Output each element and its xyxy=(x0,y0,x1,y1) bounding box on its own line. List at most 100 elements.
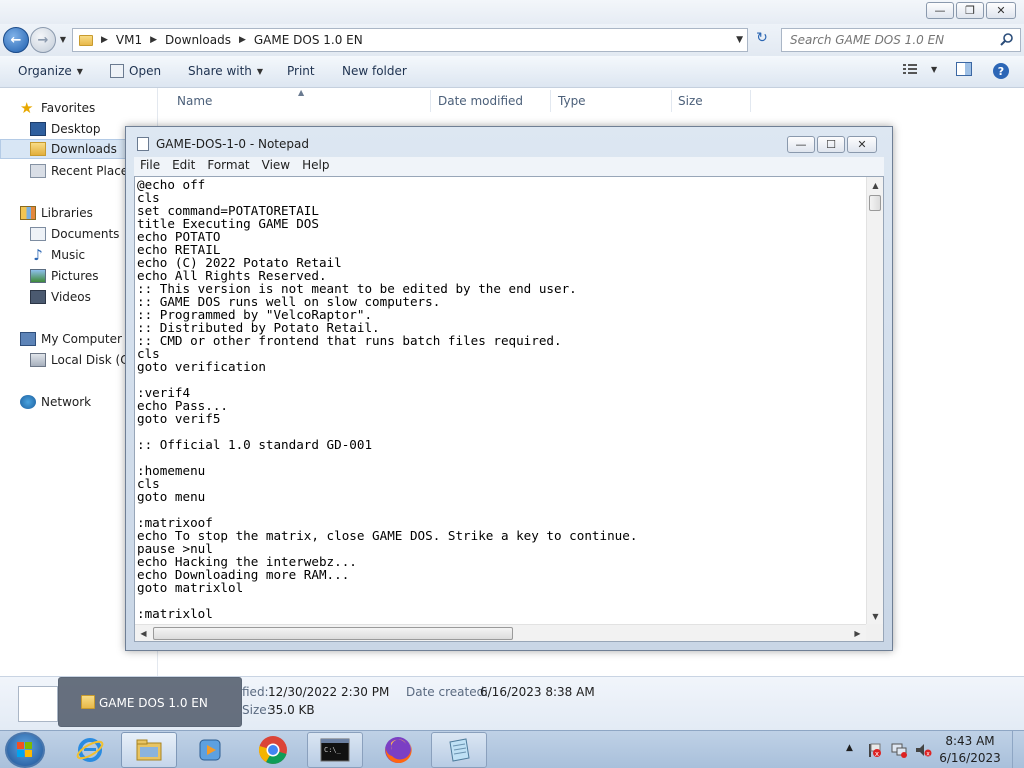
notepad-line: :verif4 xyxy=(137,385,191,400)
preview-pane-button[interactable] xyxy=(956,62,972,76)
notepad-text-area[interactable]: @echo off cls set command=POTATORETAIL titl… xyxy=(137,178,863,623)
back-arrow-icon: ← xyxy=(10,32,22,48)
network-status-icon[interactable] xyxy=(890,742,908,758)
change-view-button[interactable]: ▼ xyxy=(902,62,937,76)
computer-icon xyxy=(20,332,36,346)
minimize-button[interactable]: — xyxy=(926,2,954,19)
taskbar-windows-explorer[interactable] xyxy=(121,732,177,768)
scroll-left-icon[interactable]: ◀ xyxy=(135,625,152,642)
column-type[interactable]: Type xyxy=(558,94,586,108)
scroll-right-icon[interactable]: ▶ xyxy=(849,625,866,642)
breadcrumb-vm1[interactable]: VM1 xyxy=(116,33,142,47)
taskbar-command-prompt[interactable]: C:\_ xyxy=(307,732,363,768)
taskbar-chrome[interactable] xyxy=(245,732,301,768)
back-button[interactable]: ← xyxy=(3,27,29,53)
windows-logo-icon xyxy=(17,742,32,757)
date-created-label: Date created: xyxy=(406,685,489,699)
folder-icon xyxy=(81,695,95,709)
start-button[interactable] xyxy=(5,732,45,768)
command-bar: Organize ▼ Open Share with ▼ Print New fol… xyxy=(0,56,1024,88)
refresh-button[interactable]: ↻ xyxy=(752,30,772,50)
column-size[interactable]: Size xyxy=(678,94,703,108)
recent-pages-dropdown[interactable]: ▼ xyxy=(58,34,68,46)
chevron-right-icon[interactable]: ▶ xyxy=(150,35,157,45)
chevron-right-icon[interactable]: ▶ xyxy=(239,35,246,45)
svg-text:x: x xyxy=(875,750,879,758)
menu-edit[interactable]: Edit xyxy=(166,157,201,176)
address-box[interactable]: ▶ VM1 ▶ Downloads ▶ GAME DOS 1.0 EN ▼ xyxy=(72,28,748,52)
column-divider[interactable] xyxy=(550,90,551,112)
new-folder-label: New folder xyxy=(342,64,407,78)
column-date-modified[interactable]: Date modified xyxy=(438,94,523,108)
vertical-scroll-thumb[interactable] xyxy=(869,195,881,211)
nav-label: Desktop xyxy=(51,122,101,136)
clock-date[interactable]: 6/16/2023 xyxy=(939,751,1001,765)
new-folder-button[interactable]: New folder xyxy=(342,64,407,78)
help-button[interactable]: ? xyxy=(992,62,1010,80)
notepad-close-button[interactable]: ✕ xyxy=(847,136,877,153)
print-button[interactable]: Print xyxy=(287,64,315,78)
menu-format[interactable]: Format xyxy=(201,157,255,176)
horizontal-scroll-thumb[interactable] xyxy=(153,627,513,640)
date-created-value: 6/16/2023 8:38 AM xyxy=(480,685,595,699)
help-icon: ? xyxy=(993,63,1009,79)
svg-text:C:\_: C:\_ xyxy=(324,746,342,754)
address-dropdown-icon[interactable]: ▼ xyxy=(736,35,743,45)
breadcrumb-game-dos[interactable]: GAME DOS 1.0 EN xyxy=(254,33,363,47)
column-divider[interactable] xyxy=(430,90,431,112)
notepad-line xyxy=(137,594,863,607)
breadcrumb-downloads[interactable]: Downloads xyxy=(165,33,231,47)
size-grip[interactable] xyxy=(866,624,883,641)
date-modified-label: fied: xyxy=(242,685,269,699)
search-box[interactable] xyxy=(781,28,1021,52)
scroll-up-icon[interactable]: ▲ xyxy=(867,177,884,194)
column-divider[interactable] xyxy=(671,90,672,112)
scroll-down-icon[interactable]: ▼ xyxy=(867,608,884,625)
show-hidden-icons-icon[interactable]: ▲ xyxy=(846,743,853,753)
notepad-line: cls xyxy=(137,476,160,491)
menu-file[interactable]: File xyxy=(134,157,166,176)
maximize-button[interactable]: ❐ xyxy=(956,2,984,19)
show-desktop-button[interactable] xyxy=(1012,731,1024,768)
open-button[interactable]: Open xyxy=(110,64,161,78)
menu-help[interactable]: Help xyxy=(296,157,335,176)
column-divider[interactable] xyxy=(750,90,751,112)
command-prompt-icon: C:\_ xyxy=(320,738,350,762)
organize-label: Organize xyxy=(18,64,72,78)
nav-label: Downloads xyxy=(51,142,117,156)
close-button[interactable]: ✕ xyxy=(986,2,1016,19)
taskbar-thumbnail-preview[interactable]: GAME DOS 1.0 EN xyxy=(58,677,242,727)
explorer-titlebar[interactable]: — ❐ ✕ xyxy=(0,0,1024,24)
column-name[interactable]: Name xyxy=(177,94,212,108)
nav-favorites[interactable]: ★ Favorites xyxy=(0,98,157,118)
taskbar-notepad[interactable] xyxy=(431,732,487,768)
organize-button[interactable]: Organize ▼ xyxy=(18,64,83,78)
notepad-minimize-button[interactable]: — xyxy=(787,136,815,153)
notepad-maximize-button[interactable]: ☐ xyxy=(817,136,845,153)
menu-view[interactable]: View xyxy=(256,157,296,176)
taskbar-media-player[interactable] xyxy=(182,732,238,768)
taskbar-firefox[interactable] xyxy=(370,732,426,768)
notepad-line: echo Downloading more RAM... xyxy=(137,567,350,582)
sort-ascending-icon: ▲ xyxy=(298,88,305,97)
notepad-editor[interactable]: @echo off cls set command=POTATORETAIL titl… xyxy=(134,176,884,642)
chevron-right-icon[interactable]: ▶ xyxy=(101,35,108,45)
notepad-line: echo To stop the matrix, close GAME DOS.… xyxy=(137,528,638,543)
volume-muted-icon[interactable]: x xyxy=(914,742,932,758)
desktop-icon xyxy=(30,122,46,136)
nav-label: Network xyxy=(41,395,92,409)
forward-button[interactable]: → xyxy=(30,27,56,53)
taskbar-internet-explorer[interactable] xyxy=(62,732,118,768)
horizontal-scrollbar[interactable]: ◀ ▶ xyxy=(135,624,866,641)
search-icon[interactable] xyxy=(999,32,1015,48)
clock-time[interactable]: 8:43 AM xyxy=(939,734,1001,748)
notepad-line: :homemenu xyxy=(137,463,206,478)
action-center-flag-icon[interactable]: x xyxy=(866,742,882,758)
share-with-button[interactable]: Share with ▼ xyxy=(188,64,263,78)
vertical-scrollbar[interactable]: ▲ ▼ xyxy=(866,177,883,625)
network-icon xyxy=(20,395,36,409)
refresh-icon: ↻ xyxy=(756,30,768,46)
search-input[interactable] xyxy=(782,29,992,51)
nav-label: My Computer xyxy=(41,332,122,346)
close-icon: ✕ xyxy=(857,138,867,151)
